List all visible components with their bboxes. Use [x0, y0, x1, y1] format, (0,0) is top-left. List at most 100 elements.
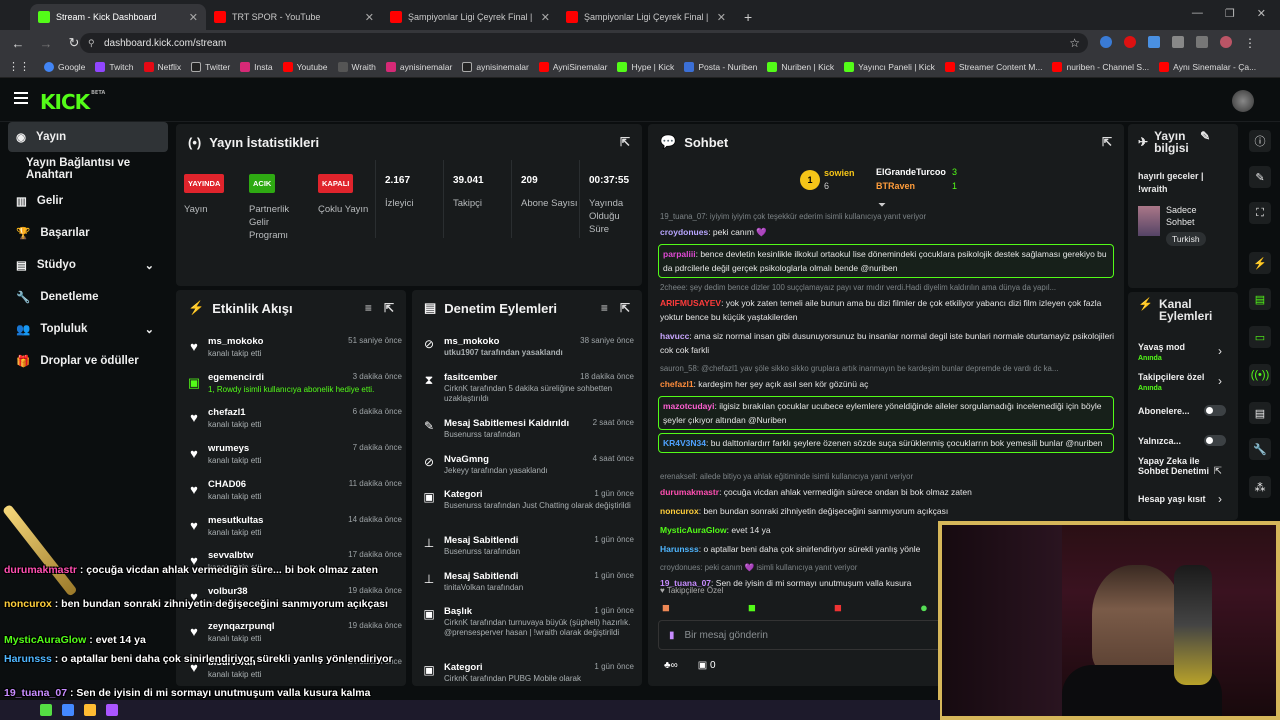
ban-icon: ⊘ [423, 337, 435, 351]
more-options-icon[interactable]: ⋮ [1244, 36, 1256, 50]
bookmark[interactable]: Netflix [143, 61, 181, 72]
bookmark[interactable]: nuriben - Channel S... [1052, 61, 1149, 72]
hamburger-menu-icon[interactable] [14, 92, 28, 104]
bookmark[interactable]: Aynı Sinemalar - Ça... [1159, 61, 1256, 72]
close-tab-icon[interactable]: ✕ [541, 11, 550, 24]
close-tab-icon[interactable]: ✕ [189, 11, 198, 24]
bookmark[interactable]: Posta - Nuriben [684, 61, 757, 72]
edit-icon[interactable]: ✎ [1200, 130, 1210, 154]
microphone-icon[interactable]: ▮ [669, 630, 675, 641]
sidebar-item-denetleme[interactable]: 🔧 Denetleme [8, 282, 168, 312]
chevron-right-icon[interactable]: › [1218, 492, 1222, 506]
browser-tab[interactable]: Stream - Kick Dashboard ✕ [30, 4, 206, 30]
chevron-right-icon[interactable]: › [1218, 344, 1222, 358]
profile-avatar-icon[interactable] [1220, 36, 1232, 48]
filter-icon[interactable]: ≡ [365, 301, 372, 315]
popout-icon[interactable]: ⇱ [1102, 135, 1112, 149]
streamer-figure [1092, 565, 1182, 675]
bookmark[interactable]: Hype | Kick [617, 61, 674, 72]
window-controls[interactable]: — ❐ ✕ [1192, 7, 1266, 20]
forward-icon[interactable]: → [38, 36, 54, 51]
list-icon[interactable]: ▤ [1249, 402, 1271, 424]
bookmark[interactable]: Twitch [95, 61, 134, 72]
browser-tab[interactable]: TRT SPOR - YouTube ✕ [206, 4, 382, 30]
address-bar[interactable]: ⚲ dashboard.kick.com/stream ☆ [80, 33, 1088, 53]
emote-icon[interactable]: ■ [748, 600, 756, 616]
minimize-icon[interactable]: — [1192, 7, 1203, 20]
url-text: dashboard.kick.com/stream [104, 37, 227, 49]
chevron-down-icon[interactable]: ⌄ [145, 259, 154, 272]
sidebar-item-gelir[interactable]: ▥ Gelir [8, 186, 168, 216]
close-tab-icon[interactable]: ✕ [717, 11, 726, 24]
filter-icon[interactable]: ≡ [601, 301, 608, 315]
puzzle-icon[interactable] [1172, 36, 1184, 48]
overlay-chat-line: MysticAuraGlow : evet 14 ya [4, 634, 146, 646]
external-link-icon[interactable]: ⇱ [1214, 466, 1222, 477]
subscribers-only-toggle[interactable] [1204, 405, 1226, 416]
info-icon[interactable]: ⓘ [1249, 130, 1271, 152]
expand-icon[interactable]: ⛶ [1249, 202, 1271, 224]
taskbar-app-icon[interactable] [84, 704, 96, 716]
close-tab-icon[interactable]: ✕ [365, 11, 374, 24]
sidebar-item-topluluk[interactable]: 👥 Topluluk ⌄ [8, 314, 168, 344]
popout-icon[interactable]: ⇱ [620, 135, 630, 149]
popout-icon[interactable]: ⇱ [620, 301, 630, 315]
bookmark[interactable]: AyniSinemalar [538, 61, 607, 72]
community-icon[interactable]: ⁂ [1249, 476, 1271, 498]
bookmark[interactable]: Twitter [191, 61, 230, 72]
browser-tab[interactable]: Şampiyonlar Ligi Çeyrek Final | ✕ [558, 4, 734, 30]
sidebar-item-basarilar[interactable]: 🏆 Başarılar [8, 218, 168, 248]
edit-icon[interactable]: ✎ [1249, 166, 1271, 188]
bookmark[interactable]: Yayıncı Paneli | Kick [844, 61, 935, 72]
sidebar-item-stream-key[interactable]: Yayın Bağlantısı ve Anahtarı [8, 154, 172, 184]
close-window-icon[interactable]: ✕ [1257, 7, 1266, 20]
users-icon[interactable]: ♣∞ [664, 660, 678, 671]
extension-icon[interactable] [1124, 36, 1136, 48]
taskbar-app-icon[interactable] [40, 704, 52, 716]
category-thumbnail[interactable] [1138, 206, 1160, 236]
document-icon[interactable]: ▤ [1249, 288, 1271, 310]
site-info-icon[interactable]: ⚲ [88, 38, 95, 49]
kick-logo[interactable]: KICK BETA [40, 90, 105, 114]
sidebar-item-studyo[interactable]: ▤ Stüdyo ⌄ [8, 250, 168, 280]
bookmark[interactable]: Nuriben | Kick [767, 61, 834, 72]
bookmark[interactable]: aynisinemalar [385, 61, 452, 72]
sidebar-item-droplar[interactable]: 🎁 Droplar ve ödüller [8, 346, 168, 376]
webcam-overlay [938, 521, 1280, 720]
maximize-icon[interactable]: ❐ [1225, 7, 1235, 20]
menu-icon[interactable] [1196, 36, 1208, 48]
apps-grid-icon[interactable]: ⋮⋮ [8, 60, 30, 73]
wrench-icon[interactable]: 🔧 [1249, 438, 1271, 460]
ai-moderation-setting[interactable]: Yapay Zeka ile Sohbet Denetimi [1138, 456, 1214, 476]
chevron-right-icon[interactable]: › [1218, 374, 1222, 388]
gift-icon[interactable]: ▣ 0 [698, 660, 716, 671]
bookmark[interactable]: Youtube [282, 61, 328, 72]
stats-icon: (•) [188, 134, 202, 150]
bookmark[interactable]: Wraith [337, 61, 376, 72]
bookmark[interactable]: Google [44, 61, 85, 72]
broadcast-icon[interactable]: ((•)) [1249, 364, 1271, 386]
emote-icon[interactable]: ■ [834, 600, 842, 616]
taskbar-app-icon[interactable] [106, 704, 118, 716]
emotes-only-toggle[interactable] [1204, 435, 1226, 446]
bookmark-star-icon[interactable]: ☆ [1069, 36, 1080, 50]
bookmark[interactable]: Insta [240, 61, 273, 72]
chat-bubble-icon[interactable]: ▭ [1249, 326, 1271, 348]
extension-icon[interactable] [1148, 36, 1160, 48]
popout-icon[interactable]: ⇱ [384, 301, 394, 315]
emote-icon[interactable]: ■ [662, 600, 670, 616]
new-tab-icon[interactable]: + [744, 9, 752, 25]
emote-icon[interactable]: ● [920, 600, 928, 616]
category-name: Sadece Sohbet [1166, 205, 1197, 227]
extension-icon[interactable] [1100, 36, 1112, 48]
browser-tab[interactable]: Şampiyonlar Ligi Çeyrek Final | ✕ [382, 4, 558, 30]
sidebar-item-yayin[interactable]: ◉ Yayın [8, 122, 168, 152]
quick-actions-toolbar: ⓘ ✎ ⛶ ⚡ ▤ ▭ ((•)) ▤ 🔧 ⁂ [1240, 122, 1280, 522]
lightning-icon[interactable]: ⚡ [1249, 252, 1271, 274]
bookmark[interactable]: Streamer Content M... [944, 61, 1042, 72]
back-icon[interactable]: ← [10, 36, 26, 51]
bookmark[interactable]: aynisinemalar [462, 61, 529, 72]
chevron-down-icon[interactable]: ⌄ [145, 323, 154, 336]
taskbar-app-icon[interactable] [62, 704, 74, 716]
user-avatar[interactable] [1232, 90, 1254, 112]
